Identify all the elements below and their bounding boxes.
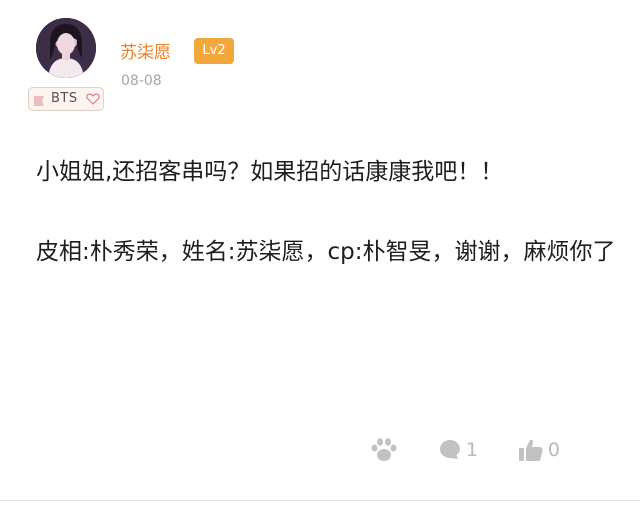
fan-badge-label: BTS [51,91,78,106]
like-count: 0 [547,439,560,461]
paw-icon [371,438,397,461]
fan-badge[interactable]: BTS [28,87,104,111]
divider [0,500,640,501]
content-paragraph: 小姐姐,还招客串吗？如果招的话康康我吧！！ [36,159,504,185]
paw-button[interactable] [370,437,398,463]
comment-icon [439,440,460,459]
content-paragraph: 皮相:朴秀荣，姓名:苏柒愿，cp:朴智旻，谢谢，麻烦你了 [36,239,616,265]
author-name[interactable]: 苏柒愿 [120,38,171,63]
post-content: 小姐姐,还招客串吗？如果招的话康康我吧！！ 皮相:朴秀荣，姓名:苏柒愿，cp:朴… [36,146,616,306]
avatar-image [36,18,96,78]
post-card: BTS 苏柒愿 Lv2 08-08 小姐姐,还招客串吗？如果招的话康康我吧！！ … [0,0,640,510]
comment-button[interactable]: 1 [438,438,478,462]
avatar[interactable] [36,18,96,78]
ribbon-icon [34,96,44,106]
thumbs-up-icon [518,439,543,461]
heart-icon [86,93,100,105]
post-date: 08-08 [121,73,162,89]
level-badge: Lv2 [194,38,234,64]
like-button[interactable]: 0 [518,438,560,462]
comment-count: 1 [465,439,478,461]
action-bar: 1 0 [330,434,560,466]
